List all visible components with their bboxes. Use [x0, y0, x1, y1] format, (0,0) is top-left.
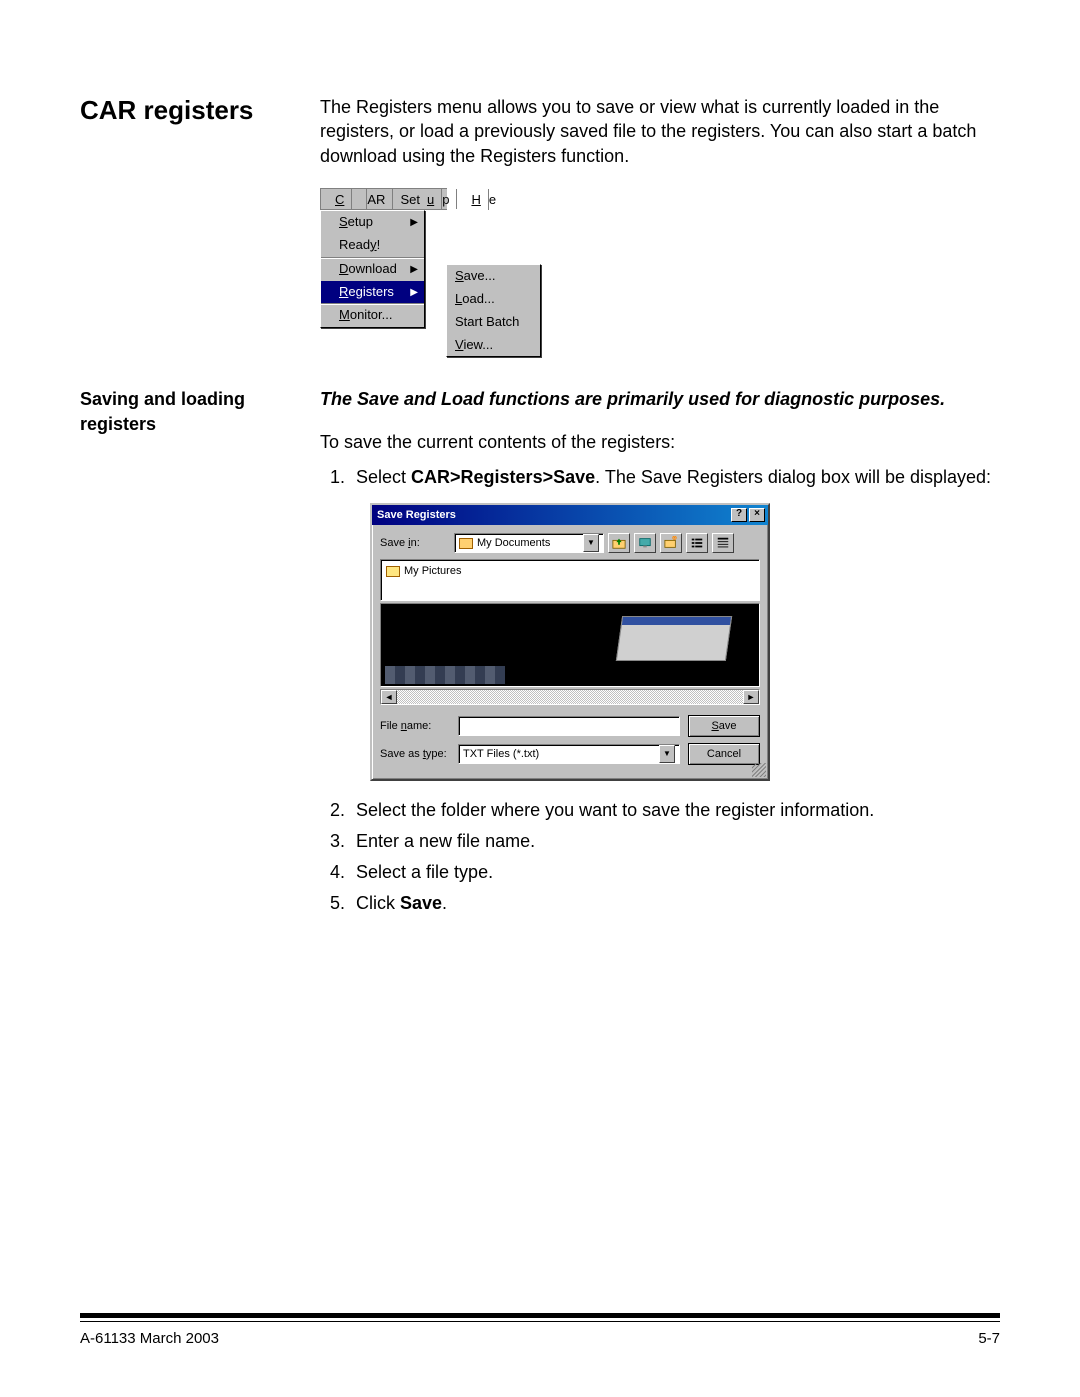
menu-item-ready[interactable]: Ready!	[321, 234, 424, 257]
menu-item-monitor[interactable]: Monitor...	[321, 303, 424, 327]
submenu-item-view[interactable]: View...	[447, 334, 540, 357]
diagnostic-note: The Save and Load functions are primaril…	[320, 387, 1000, 411]
new-folder-icon[interactable]	[660, 533, 682, 553]
menubar-item-help[interactable]: He	[457, 189, 500, 209]
scroll-right-icon[interactable]: ►	[743, 690, 759, 704]
filename-label: File name:	[380, 718, 450, 735]
step-3: Enter a new file name.	[350, 828, 1000, 855]
save-intro-text: To save the current contents of the regi…	[320, 430, 1000, 454]
up-folder-icon[interactable]	[608, 533, 630, 553]
resize-grip-icon[interactable]	[752, 763, 766, 777]
save-button[interactable]: Save	[688, 715, 760, 737]
subsection-heading: Saving and loading registers	[80, 387, 320, 436]
desktop-icon[interactable]	[634, 533, 656, 553]
section-title: CAR registers	[80, 95, 320, 126]
scroll-left-icon[interactable]: ◄	[381, 690, 397, 704]
menubar-item-setup[interactable]: Setup	[393, 189, 457, 209]
step-2: Select the folder where you want to save…	[350, 797, 1000, 824]
registers-menu-figure: CAR Setup He Setup▶ Ready! Download▶ Reg…	[320, 188, 1000, 358]
file-list[interactable]: My Pictures	[380, 559, 760, 601]
menubar: CAR Setup He	[320, 188, 447, 210]
step-4: Select a file type.	[350, 859, 1000, 886]
help-icon[interactable]: ?	[731, 508, 747, 522]
list-view-icon[interactable]	[686, 533, 708, 553]
list-item[interactable]: My Pictures	[386, 563, 754, 580]
page-footer: A-61133 March 2003 5-7	[80, 1313, 1000, 1347]
chevron-down-icon[interactable]: ▼	[659, 745, 675, 763]
cancel-button[interactable]: Cancel	[688, 743, 760, 765]
chevron-down-icon[interactable]: ▼	[583, 534, 599, 552]
save-in-label: Save in:	[380, 535, 450, 552]
details-view-icon[interactable]	[712, 533, 734, 553]
menubar-item-car[interactable]: CAR	[321, 189, 393, 209]
dialog-title: Save Registers	[377, 507, 456, 524]
menu-item-download[interactable]: Download▶	[321, 257, 424, 281]
footer-doc-id: A-61133 March 2003	[80, 1330, 219, 1347]
menu-item-setup[interactable]: Setup▶	[321, 211, 424, 234]
saveastype-combo[interactable]: TXT Files (*.txt) ▼	[458, 744, 680, 764]
folder-icon	[386, 566, 400, 577]
submenu-item-start-batch[interactable]: Start Batch	[447, 311, 540, 334]
dialog-titlebar: Save Registers ? ×	[372, 505, 768, 525]
step-1: Select CAR>Registers>Save. The Save Regi…	[350, 464, 1000, 781]
submenu-item-save[interactable]: Save...	[447, 265, 540, 288]
save-registers-dialog: Save Registers ? × Save in:	[370, 503, 770, 781]
filename-input[interactable]	[458, 716, 680, 736]
footer-page-number: 5-7	[978, 1330, 1000, 1347]
registers-submenu: Save... Load... Start Batch View...	[446, 264, 541, 358]
close-icon[interactable]: ×	[749, 508, 765, 522]
intro-paragraph: The Registers menu allows you to save or…	[320, 95, 1000, 168]
submenu-item-load[interactable]: Load...	[447, 288, 540, 311]
menu-item-registers[interactable]: Registers▶	[321, 281, 424, 304]
car-dropdown: Setup▶ Ready! Download▶ Registers▶ Monit…	[320, 210, 425, 328]
save-in-combo[interactable]: My Documents ▼	[454, 533, 604, 553]
preview-pane	[380, 603, 760, 687]
saveastype-label: Save as type:	[380, 746, 450, 763]
folder-icon	[459, 538, 473, 549]
step-5: Click Save.	[350, 890, 1000, 917]
horizontal-scrollbar[interactable]: ◄ ►	[380, 689, 760, 705]
